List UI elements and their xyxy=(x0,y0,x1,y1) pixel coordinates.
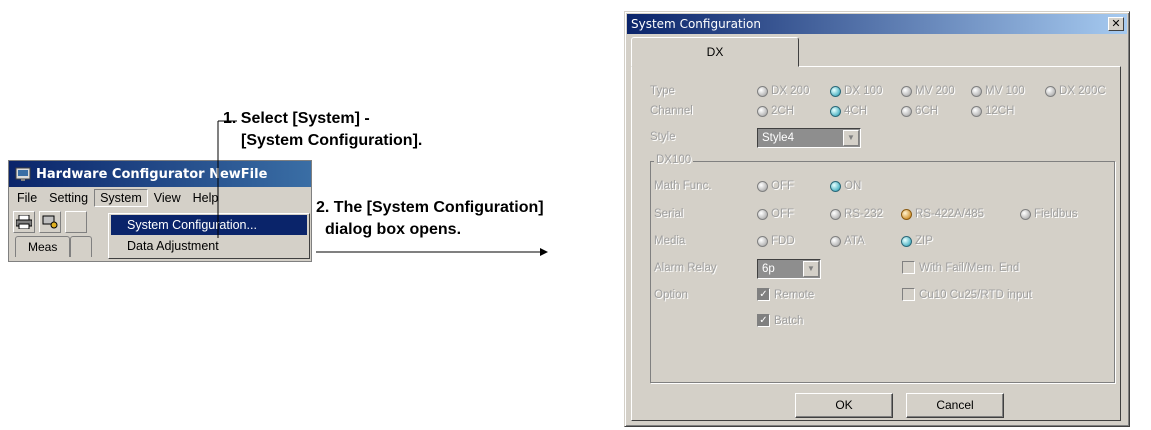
step1-line1: 1. Select [System] - xyxy=(223,110,370,127)
radio-media-ata-label: ATA xyxy=(844,235,865,247)
radio-type-dx100[interactable] xyxy=(830,86,841,97)
alarm-relay-select[interactable]: 6p ▼ xyxy=(757,259,821,279)
cu10-checkbox[interactable] xyxy=(902,288,915,301)
media-label: Media xyxy=(654,235,686,247)
radio-media-zip[interactable] xyxy=(901,236,912,247)
radio-media-fdd[interactable] xyxy=(757,236,768,247)
radio-channel-6ch[interactable] xyxy=(901,106,912,117)
chevron-down-icon[interactable]: ▼ xyxy=(803,261,819,277)
dialog-title-bar: System Configuration ✕ xyxy=(627,14,1127,34)
radio-serial-rs422[interactable] xyxy=(901,209,912,220)
channel-label: Channel xyxy=(650,105,693,117)
radio-channel-12ch-label: 12CH xyxy=(985,105,1015,117)
style-select[interactable]: Style4 ▼ xyxy=(757,128,861,148)
radio-media-ata[interactable] xyxy=(830,236,841,247)
tab-dx[interactable]: DX xyxy=(631,37,799,67)
dx100-group-label: DX100 xyxy=(654,154,694,166)
batch-checkbox[interactable]: ✓ xyxy=(757,314,770,327)
type-label: Type xyxy=(650,85,675,97)
remote-label: Remote xyxy=(774,289,815,301)
alarm-relay-value: 6p xyxy=(762,263,775,275)
alarm-relay-label: Alarm Relay xyxy=(654,262,717,274)
dx100-group xyxy=(650,161,1115,383)
remote-checkbox[interactable]: ✓ xyxy=(757,288,770,301)
radio-math-off[interactable] xyxy=(757,181,768,192)
radio-media-fdd-label: FDD xyxy=(771,235,795,247)
radio-math-off-label: OFF xyxy=(771,180,794,192)
math-func-label: Math Func. xyxy=(654,180,712,192)
radio-serial-off[interactable] xyxy=(757,209,768,220)
option-label: Option xyxy=(654,289,688,301)
radio-type-dx200c-label: DX 200C xyxy=(1059,85,1106,97)
batch-label: Batch xyxy=(774,315,804,327)
radio-type-mv200[interactable] xyxy=(901,86,912,97)
radio-channel-4ch-label: 4CH xyxy=(844,105,868,117)
radio-type-mv200-label: MV 200 xyxy=(915,85,955,97)
radio-serial-rs422-label: RS-422A/485 xyxy=(915,208,985,220)
radio-serial-fieldbus-label: Fieldbus xyxy=(1034,208,1078,220)
radio-math-on[interactable] xyxy=(830,181,841,192)
radio-channel-12ch[interactable] xyxy=(971,106,982,117)
radio-serial-rs232[interactable] xyxy=(830,209,841,220)
radio-channel-2ch[interactable] xyxy=(757,106,768,117)
radio-type-mv100-label: MV 100 xyxy=(985,85,1025,97)
with-fail-label: With Fail/Mem. End xyxy=(919,262,1020,274)
step1-line2: [System Configuration]. xyxy=(241,132,423,149)
step2-line1: 2. The [System Configuration] xyxy=(316,199,544,216)
radio-media-zip-label: ZIP xyxy=(915,235,933,247)
chevron-down-icon[interactable]: ▼ xyxy=(843,130,859,146)
with-fail-checkbox[interactable] xyxy=(902,261,915,274)
style-value: Style4 xyxy=(762,132,794,144)
radio-channel-6ch-label: 6CH xyxy=(915,105,939,117)
radio-serial-fieldbus[interactable] xyxy=(1020,209,1031,220)
radio-serial-rs232-label: RS-232 xyxy=(844,208,883,220)
close-icon[interactable]: ✕ xyxy=(1108,17,1124,31)
style-label: Style xyxy=(650,131,676,143)
cu10-label: Cu10 Cu25/RTD input xyxy=(919,289,1032,301)
radio-serial-off-label: OFF xyxy=(771,208,794,220)
radio-channel-4ch[interactable] xyxy=(830,106,841,117)
radio-type-mv100[interactable] xyxy=(971,86,982,97)
ok-button[interactable]: OK xyxy=(795,393,893,418)
radio-type-dx200[interactable] xyxy=(757,86,768,97)
radio-type-dx200c[interactable] xyxy=(1045,86,1056,97)
radio-type-dx200-label: DX 200 xyxy=(771,85,810,97)
radio-math-on-label: ON xyxy=(844,180,862,192)
dialog-title: System Configuration xyxy=(631,17,761,31)
step2-line2: dialog box opens. xyxy=(325,221,462,238)
serial-label: Serial xyxy=(654,208,684,220)
cancel-button[interactable]: Cancel xyxy=(906,393,1004,418)
radio-channel-2ch-label: 2CH xyxy=(771,105,795,117)
radio-type-dx100-label: DX 100 xyxy=(844,85,883,97)
